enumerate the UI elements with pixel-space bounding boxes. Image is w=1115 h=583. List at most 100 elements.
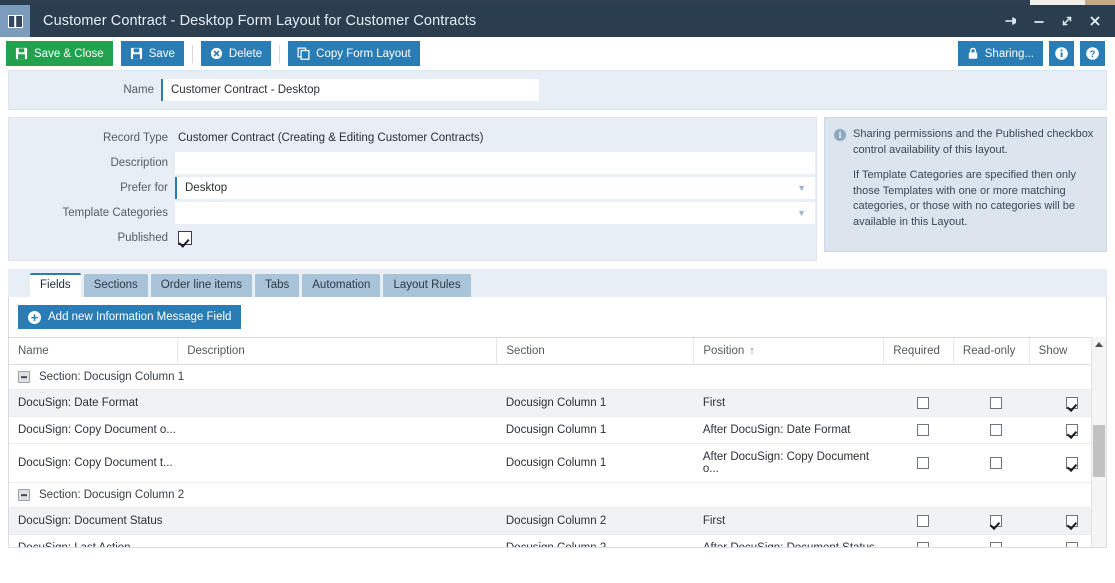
readonly-checkbox[interactable] bbox=[989, 515, 1002, 528]
table-row[interactable]: DocuSign: Copy Document o... Docusign Col… bbox=[9, 416, 1106, 445]
cell-required bbox=[883, 507, 954, 536]
column-header-name[interactable]: Name bbox=[9, 337, 179, 365]
required-checkbox[interactable] bbox=[917, 457, 930, 470]
table-row[interactable]: DocuSign: Copy Document t... Docusign Col… bbox=[9, 443, 1106, 484]
info-panel: i Sharing permissions and the Published … bbox=[824, 117, 1107, 252]
tab-layout-rules[interactable]: Layout Rules bbox=[383, 274, 471, 297]
column-header-label: Section bbox=[506, 345, 545, 357]
add-field-label: Add new Information Message Field bbox=[48, 311, 232, 323]
required-checkbox[interactable] bbox=[917, 424, 930, 437]
section-group-label: Section: Docusign Column 1 bbox=[39, 371, 185, 383]
save-and-close-button[interactable]: Save & Close bbox=[6, 41, 113, 66]
published-checkbox[interactable] bbox=[178, 230, 192, 245]
template-categories-select[interactable]: ▼ bbox=[175, 202, 815, 224]
required-checkbox[interactable] bbox=[917, 542, 930, 547]
cell-description bbox=[177, 443, 497, 484]
cell-position: After DocuSign: Document Status bbox=[693, 534, 884, 547]
tab-order-line-items[interactable]: Order line items bbox=[150, 274, 252, 297]
prefer-for-select[interactable]: Desktop ▼ bbox=[175, 177, 815, 199]
table-row[interactable]: DocuSign: Date Format Docusign Column 1 Fi… bbox=[9, 389, 1106, 418]
help-button[interactable]: ? bbox=[1080, 41, 1105, 66]
cell-required bbox=[883, 534, 954, 547]
grid-vertical-scrollbar[interactable] bbox=[1091, 337, 1106, 547]
table-row[interactable]: DocuSign: Last Action Docusign Column 2Af… bbox=[9, 534, 1106, 547]
tab-label: Layout Rules bbox=[393, 279, 461, 292]
section-group-row[interactable]: Section: Docusign Column 1 bbox=[9, 364, 1106, 391]
fields-grid-header: Name Description Section Position ↑ Required R… bbox=[9, 337, 1106, 365]
readonly-checkbox[interactable] bbox=[989, 542, 1002, 547]
required-checkbox[interactable] bbox=[917, 515, 930, 528]
show-checkbox[interactable] bbox=[1066, 457, 1079, 470]
collapse-group-icon[interactable] bbox=[18, 489, 30, 502]
published-row: Published bbox=[9, 227, 816, 249]
name-label: Name bbox=[123, 84, 154, 96]
fields-grid-wrapper: Name Description Section Position ↑ Required R… bbox=[9, 337, 1106, 547]
column-header-label: Read-only bbox=[962, 345, 1016, 357]
scroll-up-arrow-icon[interactable] bbox=[1092, 337, 1106, 352]
column-header-section[interactable]: Section bbox=[496, 337, 695, 365]
save-and-close-label: Save & Close bbox=[34, 47, 104, 60]
info-button[interactable] bbox=[1049, 41, 1074, 66]
cell-description bbox=[177, 507, 497, 536]
column-header-readonly[interactable]: Read-only bbox=[953, 337, 1030, 365]
window-titlebar: Customer Contract - Desktop Form Layout … bbox=[0, 5, 1115, 37]
copy-form-layout-label: Copy Form Layout bbox=[316, 47, 411, 60]
toolbar-divider bbox=[191, 44, 193, 63]
maximize-icon[interactable] bbox=[1053, 6, 1081, 36]
minimize-icon[interactable] bbox=[1025, 6, 1053, 36]
tab-tabs[interactable]: Tabs bbox=[254, 274, 300, 297]
column-header-position[interactable]: Position ↑ bbox=[693, 337, 885, 365]
readonly-checkbox[interactable] bbox=[989, 424, 1002, 437]
required-checkbox[interactable] bbox=[917, 397, 930, 410]
table-row[interactable]: DocuSign: Document Status Docusign Column… bbox=[9, 507, 1106, 536]
description-input[interactable] bbox=[175, 152, 815, 174]
save-button[interactable]: Save bbox=[120, 41, 184, 66]
show-checkbox[interactable] bbox=[1066, 515, 1079, 528]
fields-tab-panel: + Add new Information Message Field Name… bbox=[8, 297, 1107, 548]
description-label: Description bbox=[110, 157, 168, 169]
copy-form-layout-button[interactable]: Copy Form Layout bbox=[288, 41, 420, 66]
description-value bbox=[175, 157, 183, 169]
name-input[interactable]: Customer Contract - Desktop bbox=[161, 79, 539, 101]
show-checkbox[interactable] bbox=[1066, 424, 1079, 437]
add-new-information-message-field-button[interactable]: + Add new Information Message Field bbox=[18, 305, 242, 329]
collapse-group-icon[interactable] bbox=[18, 371, 30, 383]
pin-icon[interactable] bbox=[997, 6, 1025, 36]
toolbar-divider bbox=[279, 44, 281, 63]
delete-button[interactable]: Delete bbox=[200, 41, 272, 66]
panel-layout-icon[interactable] bbox=[0, 5, 30, 37]
column-header-required[interactable]: Required bbox=[883, 337, 954, 365]
record-type-row: Record Type Customer Contract (Creating … bbox=[9, 127, 816, 149]
column-header-description[interactable]: Description bbox=[177, 337, 498, 365]
tab-sections[interactable]: Sections bbox=[83, 274, 148, 297]
delete-label: Delete bbox=[228, 47, 263, 60]
cell-position: After DocuSign: Copy Document o... bbox=[693, 443, 884, 484]
sort-ascending-icon: ↑ bbox=[749, 345, 755, 357]
cell-section: Docusign Column 1 bbox=[496, 416, 694, 445]
readonly-checkbox[interactable] bbox=[989, 457, 1002, 470]
scrollbar-thumb[interactable] bbox=[1093, 425, 1105, 477]
tab-fields[interactable]: Fields bbox=[30, 273, 81, 297]
section-group-row[interactable]: Section: Docusign Column 2 bbox=[9, 482, 1106, 509]
show-checkbox[interactable] bbox=[1066, 397, 1079, 410]
column-header-label: Required bbox=[893, 345, 940, 357]
cell-required bbox=[883, 443, 954, 484]
readonly-checkbox[interactable] bbox=[989, 397, 1002, 410]
cell-section: Docusign Column 1 bbox=[496, 443, 694, 484]
fields-grid-scroll-area[interactable]: Name Description Section Position ↑ Required R… bbox=[9, 337, 1106, 547]
prefer-for-row: Prefer for Desktop ▼ bbox=[9, 177, 816, 199]
prefer-for-label: Prefer for bbox=[120, 182, 168, 194]
sharing-button[interactable]: Sharing... bbox=[957, 41, 1043, 66]
close-icon[interactable] bbox=[1081, 6, 1109, 36]
tab-label: Sections bbox=[93, 279, 138, 292]
info-icon: i bbox=[834, 129, 846, 141]
info-panel-text: Sharing permissions and the Published ch… bbox=[853, 127, 1095, 231]
form-and-info-row: Record Type Customer Contract (Creating … bbox=[8, 117, 1107, 261]
tab-automation[interactable]: Automation bbox=[302, 274, 381, 297]
grid-action-bar: + Add new Information Message Field bbox=[9, 297, 1106, 337]
show-checkbox[interactable] bbox=[1066, 542, 1079, 547]
delete-icon bbox=[210, 47, 223, 60]
cell-name: DocuSign: Document Status bbox=[9, 507, 178, 536]
cell-description bbox=[177, 389, 497, 418]
prefer-for-value: Desktop bbox=[185, 182, 228, 194]
